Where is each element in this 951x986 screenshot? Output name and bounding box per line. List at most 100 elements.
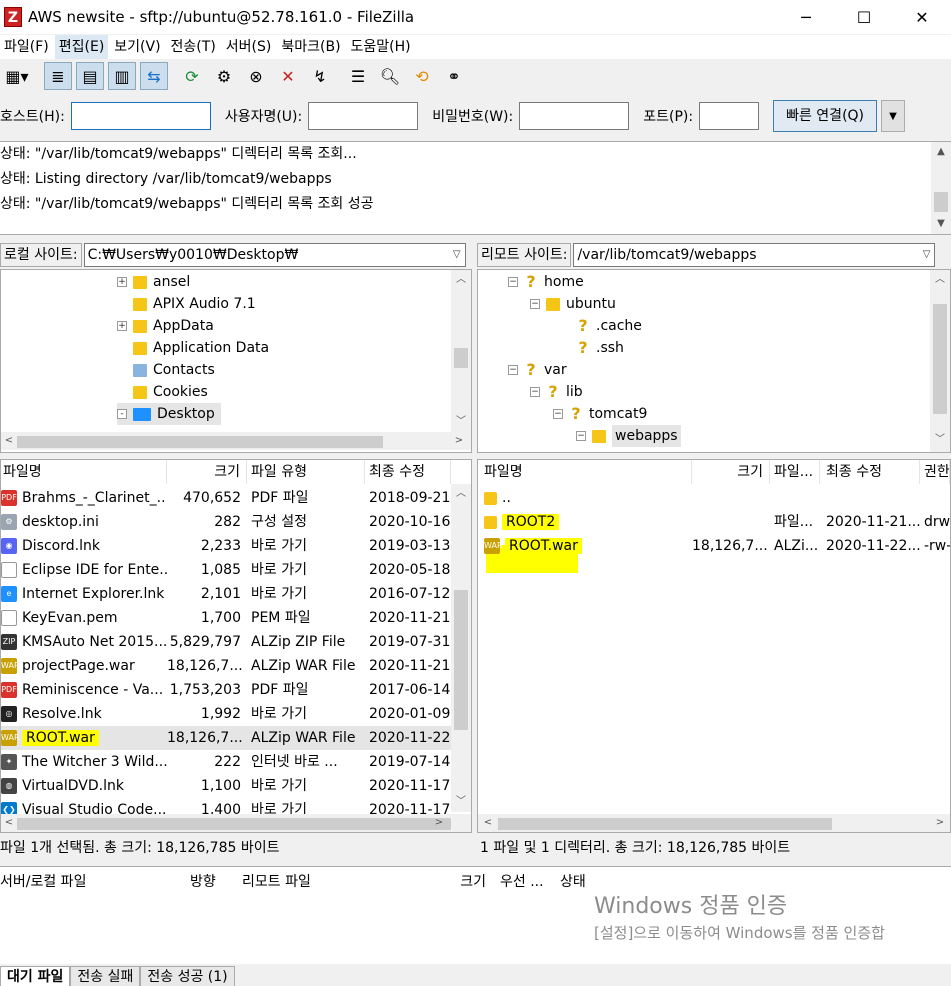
- scroll-down-icon[interactable]: ﹀: [451, 412, 471, 432]
- scroll-thumb[interactable]: [498, 818, 832, 830]
- local-path-combo[interactable]: C:₩Users₩y0010₩Desktop₩ ▽: [83, 243, 466, 267]
- scroll-up-icon[interactable]: ︿: [930, 270, 950, 290]
- remote-file-row[interactable]: WAR ROOT.war 18,126,7... ALZi... 2020-11-22.…: [478, 534, 950, 558]
- tree-item-contacts[interactable]: Contacts: [133, 359, 215, 381]
- process-queue-icon[interactable]: ⚙: [210, 62, 238, 90]
- scroll-up-icon[interactable]: ︿: [451, 270, 471, 290]
- scroll-right-icon[interactable]: >: [451, 432, 467, 450]
- column-modified[interactable]: 최종 수정: [365, 460, 451, 484]
- local-list-scrollbar[interactable]: ︿ ﹀: [451, 484, 471, 812]
- tree-item-webapps[interactable]: − webapps: [576, 425, 681, 447]
- chevron-down-icon[interactable]: ▽: [923, 244, 931, 266]
- local-file-row[interactable]: ◉ Discord.lnk 2,233 바로 가기 2019-03-13: [1, 534, 451, 558]
- local-file-row[interactable]: KeyEvan.pem 1,700 PEM 파일 2020-11-21: [1, 606, 451, 630]
- tree-item-desktop[interactable]: - Desktop: [117, 403, 221, 425]
- remote-file-row[interactable]: ..: [478, 486, 950, 510]
- scroll-right-icon[interactable]: >: [932, 814, 948, 832]
- cancel-icon[interactable]: ⊗: [242, 62, 270, 90]
- menu-transfer[interactable]: 전송(T): [167, 35, 220, 59]
- remote-list-hscrollbar[interactable]: < >: [478, 814, 950, 832]
- tree-item-ssh[interactable]: ? .ssh: [576, 337, 624, 359]
- search-binoculars-icon[interactable]: ⚭: [440, 62, 468, 90]
- collapse-icon[interactable]: −: [508, 365, 518, 375]
- site-manager-icon[interactable]: ▦▾: [0, 62, 34, 90]
- scroll-thumb[interactable]: [17, 818, 451, 830]
- tree-item-ubuntu[interactable]: − ubuntu: [530, 293, 616, 315]
- toggle-local-tree-icon[interactable]: ▤: [76, 62, 104, 90]
- remote-path-combo[interactable]: /var/lib/tomcat9/webapps ▽: [573, 243, 936, 267]
- local-file-row[interactable]: Eclipse IDE for Ente... 1,085 바로 가기 2020-05…: [1, 558, 451, 582]
- queue-col-direction[interactable]: 방향: [176, 867, 234, 897]
- local-file-row[interactable]: ◎ Resolve.lnk 1,992 바로 가기 2020-01-09: [1, 702, 451, 726]
- host-input[interactable]: [70, 102, 211, 130]
- toggle-queue-icon[interactable]: ⇆: [140, 62, 168, 90]
- scroll-thumb[interactable]: [17, 436, 383, 448]
- scroll-down-icon[interactable]: ﹀: [930, 430, 950, 450]
- column-filename[interactable]: 파일명: [1, 460, 167, 484]
- local-file-row[interactable]: ZIP KMSAuto Net 2015... 5,829,797 ALZip ZIP…: [1, 630, 451, 654]
- username-input[interactable]: [308, 102, 419, 130]
- scroll-thumb[interactable]: [454, 348, 468, 368]
- local-file-row[interactable]: ⚙ desktop.ini 282 구성 설정 2020-10-16: [1, 510, 451, 534]
- scroll-up-icon[interactable]: ▲: [931, 142, 951, 162]
- quickconnect-button[interactable]: 빠른 연결(Q): [773, 100, 878, 132]
- collapse-icon[interactable]: −: [553, 409, 563, 419]
- scroll-right-icon[interactable]: >: [431, 814, 447, 832]
- scroll-down-icon[interactable]: ﹀: [451, 792, 471, 812]
- close-button[interactable]: ✕: [893, 0, 951, 34]
- local-file-row[interactable]: WAR ROOT.war 18,126,7... ALZip WAR File 2020…: [1, 726, 451, 750]
- queue-col-size[interactable]: 크기: [434, 867, 494, 897]
- scroll-thumb[interactable]: [454, 590, 468, 730]
- tree-item-appdata[interactable]: + AppData: [117, 315, 214, 337]
- tree-item-var[interactable]: −? var: [508, 359, 567, 381]
- column-type[interactable]: 파일...: [770, 460, 820, 484]
- disconnect-icon[interactable]: ✕: [274, 62, 302, 90]
- local-file-row[interactable]: PDF Reminiscence - Va... 1,753,203 PDF 파일 20…: [1, 678, 451, 702]
- column-size[interactable]: 크기: [692, 460, 770, 484]
- collapse-icon[interactable]: −: [576, 431, 586, 441]
- queue-col-remote[interactable]: 리모트 파일: [234, 867, 434, 897]
- local-file-row[interactable]: ✦ The Witcher 3 Wild... 222 인터넷 바로 ... 2019-…: [1, 750, 451, 774]
- password-input[interactable]: [519, 102, 630, 130]
- remote-file-row[interactable]: ROOT2 파일... 2020-11-21... drw: [478, 510, 950, 534]
- menu-file[interactable]: 파일(F): [0, 35, 53, 59]
- remote-tree-scrollbar[interactable]: ︿ ﹀: [930, 270, 950, 452]
- maximize-button[interactable]: ☐: [835, 0, 893, 34]
- tree-item-cache[interactable]: ? .cache: [576, 315, 642, 337]
- expand-icon[interactable]: +: [117, 277, 127, 287]
- local-tree-hscrollbar[interactable]: < >: [1, 432, 471, 450]
- minimize-button[interactable]: ─: [777, 0, 835, 34]
- column-size[interactable]: 크기: [167, 460, 247, 484]
- tree-item-ansel[interactable]: + ansel: [117, 271, 190, 293]
- tree-item-tomcat9[interactable]: −? tomcat9: [553, 403, 647, 425]
- collapse-icon[interactable]: -: [117, 409, 127, 419]
- tree-item-home[interactable]: −? home: [508, 271, 584, 293]
- collapse-icon[interactable]: −: [530, 299, 540, 309]
- refresh-icon[interactable]: ⟳: [178, 62, 206, 90]
- column-type[interactable]: 파일 유형: [247, 460, 365, 484]
- menu-help[interactable]: 도움말(H): [347, 35, 415, 59]
- tab-failed-transfers[interactable]: 전송 실패: [70, 966, 141, 986]
- tree-item-application-data[interactable]: Application Data: [133, 337, 269, 359]
- collapse-icon[interactable]: −: [508, 277, 518, 287]
- column-modified[interactable]: 최종 수정: [820, 460, 920, 484]
- chevron-down-icon[interactable]: ▽: [453, 244, 461, 266]
- scroll-up-icon[interactable]: ︿: [451, 484, 471, 504]
- port-input[interactable]: [699, 102, 760, 130]
- scroll-thumb[interactable]: [933, 304, 947, 414]
- queue-col-local[interactable]: 서버/로컬 파일: [0, 867, 176, 897]
- local-tree-scrollbar[interactable]: ︿ ﹀: [451, 270, 471, 432]
- queue-col-priority[interactable]: 우선 ...: [494, 867, 554, 897]
- scroll-left-icon[interactable]: <: [1, 432, 17, 450]
- quickconnect-dropdown-icon[interactable]: ▼: [881, 100, 906, 132]
- expand-icon[interactable]: +: [117, 321, 127, 331]
- local-list-hscrollbar[interactable]: < >: [1, 814, 471, 832]
- reconnect-icon[interactable]: ↯: [306, 62, 334, 90]
- scroll-down-icon[interactable]: ▼: [931, 214, 951, 234]
- collapse-icon[interactable]: −: [530, 387, 540, 397]
- local-file-row[interactable]: e Internet Explorer.lnk 2,101 바로 가기 2016-07-…: [1, 582, 451, 606]
- menu-edit[interactable]: 편집(E): [54, 35, 109, 59]
- menu-view[interactable]: 보기(V): [110, 35, 164, 59]
- compare-icon[interactable]: 🔍︎: [376, 62, 404, 90]
- column-filename[interactable]: 파일명: [478, 460, 692, 484]
